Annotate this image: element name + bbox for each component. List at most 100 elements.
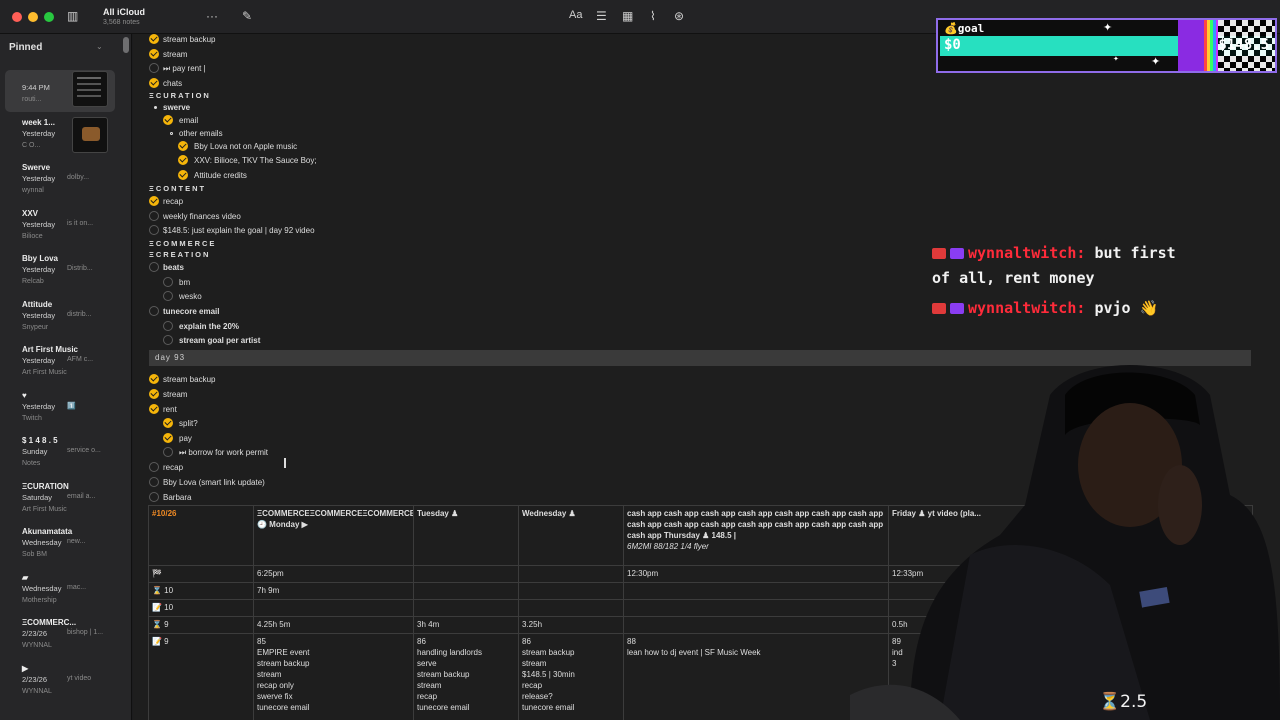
checked-checkbox[interactable] [149,34,159,44]
unchecked-checkbox[interactable] [149,477,159,487]
checked-checkbox[interactable] [149,374,159,384]
minimize-window-button[interactable] [28,12,38,22]
table-cell[interactable]: 7h 9m [253,582,414,600]
note-list-item[interactable]: Akunamatata Wednesday new... Sob BM [5,525,115,567]
table-cell[interactable]: 3h 4m [413,616,519,634]
table-cell[interactable] [413,599,519,617]
checklist-item-text[interactable]: swerve [163,102,190,113]
checklist-item-text[interactable]: email [179,115,198,126]
note-list-item[interactable]: $ 1 4 8 . 5 Sunday service o... Notes [5,434,115,476]
table-cell[interactable]: 📝 10 [148,599,254,617]
checked-checkbox[interactable] [178,141,188,151]
checklist-item-text[interactable]: bm [179,277,190,288]
section-heading[interactable]: ΞCURATION [149,90,211,101]
attachment-icon[interactable]: ⌇ [650,9,656,23]
table-cell[interactable]: 6:25pm [253,565,414,583]
table-cell[interactable]: 4.25h 5m [253,616,414,634]
table-header-cell[interactable]: ΞCOMMERCEΞCOMMERCEΞCOMMERCEΞCOMMERCE🕘 Mo… [253,505,414,566]
compose-note-icon[interactable]: ✎ [242,9,252,23]
close-window-button[interactable] [12,12,22,22]
note-list-item[interactable]: XXV Yesterday is it on... Biliоce [5,207,115,249]
checked-checkbox[interactable] [163,433,173,443]
unchecked-checkbox[interactable] [163,321,173,331]
unchecked-checkbox[interactable] [149,492,159,502]
table-cell[interactable]: 86 stream backup stream $148.5 | 30min r… [518,633,624,720]
table-cell[interactable] [623,599,889,617]
table-cell[interactable] [623,582,889,600]
zoom-window-button[interactable] [44,12,54,22]
checked-checkbox[interactable] [149,389,159,399]
unchecked-checkbox[interactable] [163,335,173,345]
note-list-item[interactable]: ▰ Wednesday mac... Mothership [5,571,115,613]
checklist-item-text[interactable]: Bby Lova not on Apple music [194,141,297,152]
sidebar-toggle-icon[interactable]: ▥ [67,9,78,23]
table-cell[interactable] [518,599,624,617]
checklist-item-text[interactable]: recap [163,462,183,473]
checklist-item-text[interactable]: Barbara [163,492,191,503]
section-heading[interactable]: ΞCOMMERCE [149,238,216,249]
checklist-item-text[interactable]: XXV: Biliоce, TKV The Sauce Boy; [194,155,317,166]
checked-checkbox[interactable] [149,78,159,88]
table-cell[interactable]: 📝 9 [148,633,254,720]
checklist-icon[interactable]: ☰ [596,9,607,23]
checked-checkbox[interactable] [149,404,159,414]
checklist-item-text[interactable]: stream [163,389,187,400]
table-header-cell[interactable]: cash app cash app cash app cash app cash… [623,505,889,566]
table-cell[interactable]: 86 handling landlords serve stream backu… [413,633,519,720]
checklist-item-text[interactable]: split? [179,418,198,429]
pinned-header[interactable]: Pinned [9,42,42,53]
table-cell[interactable]: ⌛ 10 [148,582,254,600]
checklist-item-text[interactable]: beats [163,262,184,273]
table-cell[interactable] [253,599,414,617]
checklist-item-text[interactable]: ⏭ borrow for work permit [179,447,268,458]
sidebar-scrollbar[interactable] [123,37,129,53]
checklist-item-text[interactable]: chats [163,78,182,89]
checklist-item-text[interactable]: wesko [179,291,202,302]
table-cell[interactable] [518,582,624,600]
table-icon[interactable]: ▦ [622,9,633,23]
table-cell[interactable]: 85 EMPIRE event stream backup stream rec… [253,633,414,720]
note-list-item[interactable]: Bby Lova Yesterday Distrib... Relcab [5,252,115,294]
table-cell[interactable] [413,565,519,583]
unchecked-checkbox[interactable] [149,225,159,235]
note-list-item[interactable]: ▶ 2/23/26 yt video WYNNAL [5,662,115,704]
table-header-cell[interactable]: Tuesday ♟ [413,505,519,566]
checked-checkbox[interactable] [163,418,173,428]
unchecked-checkbox[interactable] [149,462,159,472]
checklist-item-text[interactable]: other emails [179,128,223,139]
table-header-cell[interactable]: #10/26 [148,505,254,566]
text-format-button[interactable]: Aa [569,9,582,21]
checked-checkbox[interactable] [149,196,159,206]
note-list-item[interactable]: week 1... Yesterday C O... [5,116,115,158]
unchecked-checkbox[interactable] [149,63,159,73]
table-cell[interactable]: 88 lean how to dj event | SF Music Week [623,633,889,720]
note-list-item[interactable]: Swerve Yesterday dolby... wynnal [5,161,115,203]
unchecked-checkbox[interactable] [163,447,173,457]
checklist-item-text[interactable]: stream goal per artist [179,335,260,346]
table-cell[interactable]: 🏁 [148,565,254,583]
unchecked-checkbox[interactable] [163,277,173,287]
section-heading[interactable]: ΞCREATION [149,249,210,260]
table-cell[interactable] [413,582,519,600]
checklist-item-text[interactable]: rent [163,404,177,415]
table-header-cell[interactable]: Wednesday ♟ [518,505,624,566]
table-cell[interactable] [518,565,624,583]
checked-checkbox[interactable] [149,49,159,59]
checklist-item-text[interactable]: pay [179,433,192,444]
checklist-item-text[interactable]: stream backup [163,34,215,45]
table-cell[interactable] [623,616,889,634]
checklist-item-text[interactable]: stream [163,49,187,60]
table-cell[interactable]: ⌛ 9 [148,616,254,634]
note-list-item[interactable]: ΞCOMMERC... 2/23/26 bishop | 1... WYNNAL [5,616,115,658]
table-cell[interactable]: 3.25h [518,616,624,634]
note-list-item[interactable]: Art First Music Yesterday AFM c... Art Firs… [5,343,115,385]
checklist-item-text[interactable]: stream backup [163,374,215,385]
checklist-item-text[interactable]: weekly finances video [163,211,241,222]
checked-checkbox[interactable] [163,115,173,125]
more-options-icon[interactable]: ··· [206,9,218,23]
checklist-item-text[interactable]: Bby Lova (smart link update) [163,477,265,488]
note-list-item[interactable]: Attitude Yesterday distrib... Snypeur [5,298,115,340]
markup-icon[interactable]: ⊛ [674,9,684,23]
checklist-item-text[interactable]: Attitude credits [194,170,247,181]
checklist-item-text[interactable]: explain the 20% [179,321,239,332]
